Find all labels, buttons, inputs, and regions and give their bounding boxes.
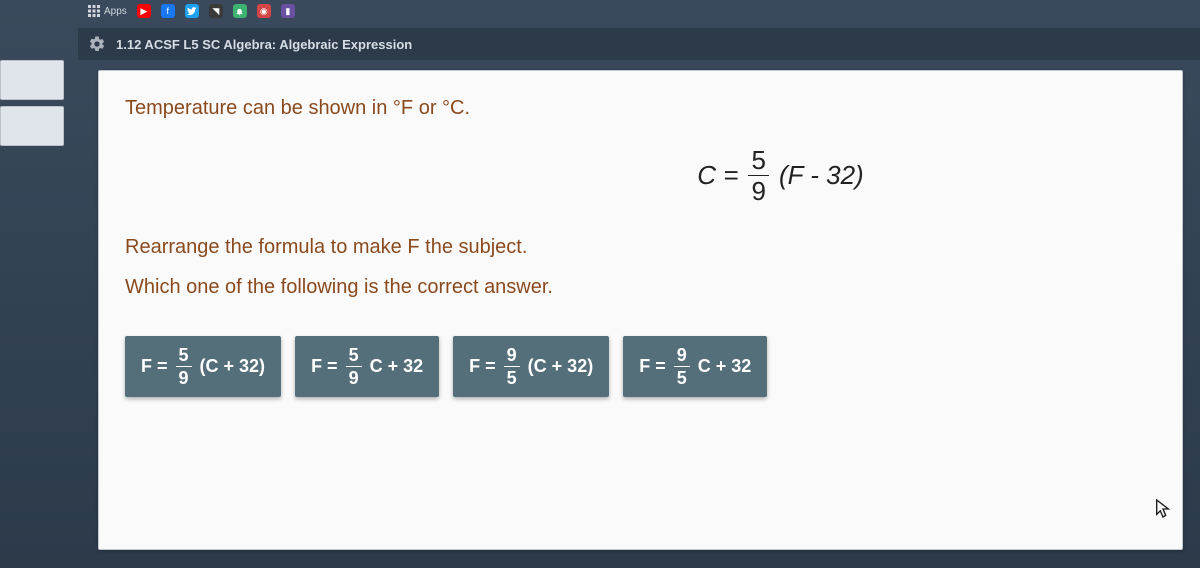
answer-den: 5 [674, 367, 690, 387]
thumbnail[interactable] [0, 60, 64, 100]
answer-row: F = 5 9 (C + 32) F = 5 9 C + 32 F = 9 5 … [125, 336, 1156, 397]
answer-num: 5 [176, 346, 192, 367]
apps-grid-icon [88, 5, 100, 17]
answer-option-d[interactable]: F = 9 5 C + 32 [623, 336, 767, 397]
answer-option-c[interactable]: F = 9 5 (C + 32) [453, 336, 609, 397]
lesson-title-bar: 1.12 ACSF L5 SC Algebra: Algebraic Expre… [78, 28, 1200, 60]
answer-fraction: 9 5 [504, 346, 520, 387]
answer-fraction: 5 9 [346, 346, 362, 387]
youtube-icon[interactable]: ▶ [137, 4, 151, 18]
lesson-title-text: 1.12 ACSF L5 SC Algebra: Algebraic Expre… [116, 37, 412, 52]
answer-prefix: F = [469, 356, 496, 377]
cursor-icon [1154, 498, 1172, 520]
steam-icon[interactable]: ◥ [209, 4, 223, 18]
answer-fraction: 9 5 [674, 346, 690, 387]
twitter-icon[interactable] [185, 4, 199, 18]
answer-suffix: C + 32 [698, 356, 752, 377]
question-line-3: Which one of the following is the correc… [125, 272, 1156, 302]
bookmark-icon[interactable]: ▮ [281, 4, 295, 18]
formula-frac-den: 9 [748, 176, 768, 204]
given-formula: C = 5 9 (F - 32) [405, 147, 1156, 204]
answer-prefix: F = [639, 356, 666, 377]
question-panel: Temperature can be shown in °F or °C. C … [98, 70, 1183, 550]
gear-icon [88, 35, 106, 53]
answer-suffix: (C + 32) [528, 356, 594, 377]
formula-lhs: C = [697, 160, 738, 191]
answer-prefix: F = [311, 356, 338, 377]
answer-den: 9 [346, 367, 362, 387]
question-text-block-2: Rearrange the formula to make F the subj… [125, 232, 1156, 302]
bookmark-bar: Apps ▶ f ◥ ◉ ▮ [78, 0, 1200, 22]
answer-fraction: 5 9 [176, 346, 192, 387]
question-line-2: Rearrange the formula to make F the subj… [125, 232, 1156, 262]
formula-rhs: (F - 32) [779, 160, 864, 191]
answer-option-b[interactable]: F = 5 9 C + 32 [295, 336, 439, 397]
apps-label: Apps [104, 6, 127, 17]
question-text-block: Temperature can be shown in °F or °C. [125, 93, 1156, 123]
apps-shortcut[interactable]: Apps [88, 5, 127, 17]
thumbnail[interactable] [0, 106, 64, 146]
left-thumbnail-strip [0, 60, 72, 152]
answer-num: 5 [346, 346, 362, 367]
answer-prefix: F = [141, 356, 168, 377]
facebook-icon[interactable]: f [161, 4, 175, 18]
circle-icon[interactable]: ◉ [257, 4, 271, 18]
answer-suffix: (C + 32) [200, 356, 266, 377]
bell-icon[interactable] [233, 4, 247, 18]
formula-frac-num: 5 [748, 147, 768, 176]
formula-fraction: 5 9 [748, 147, 768, 204]
answer-num: 9 [504, 346, 520, 367]
answer-option-a[interactable]: F = 5 9 (C + 32) [125, 336, 281, 397]
answer-num: 9 [674, 346, 690, 367]
answer-den: 9 [176, 367, 192, 387]
answer-suffix: C + 32 [370, 356, 424, 377]
answer-den: 5 [504, 367, 520, 387]
question-line-1: Temperature can be shown in °F or °C. [125, 93, 1156, 123]
